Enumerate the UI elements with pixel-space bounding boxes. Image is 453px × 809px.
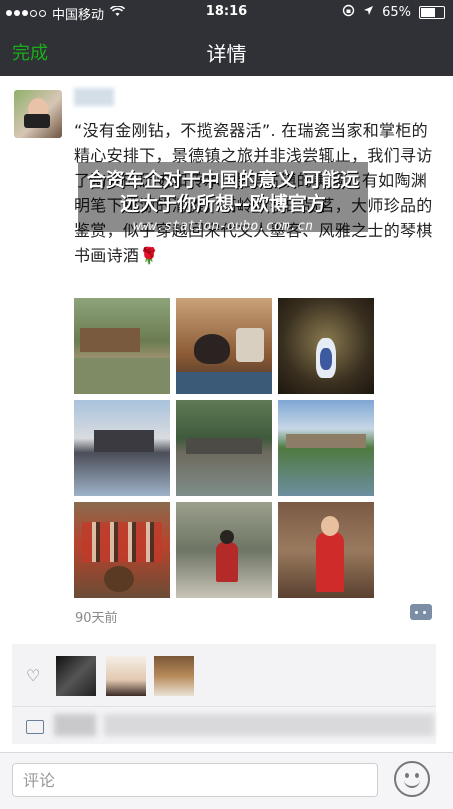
photo-9[interactable]	[278, 502, 374, 598]
watermark-headline: 合资车企对于中国的意义 可能远远大于你所想--欧博官方	[86, 169, 360, 215]
like-avatar[interactable]	[56, 656, 96, 696]
photo-8[interactable]	[176, 502, 272, 598]
post-time: 90天前	[75, 611, 118, 626]
comment-text-blurred	[104, 714, 434, 736]
photo-grid	[74, 298, 374, 598]
comment-input-bar: 评论	[0, 752, 453, 809]
likes-comments-panel: ♡	[12, 644, 436, 744]
comment-icon	[26, 720, 44, 734]
commenter-avatar-blurred[interactable]	[54, 714, 96, 736]
battery-fill	[421, 8, 436, 17]
photo-6[interactable]	[278, 400, 374, 496]
like-avatar[interactable]	[154, 656, 194, 696]
photo-4[interactable]	[74, 400, 170, 496]
photo-5[interactable]	[176, 400, 272, 496]
author-avatar[interactable]	[14, 90, 62, 138]
page-title: 详情	[206, 42, 247, 66]
emoji-icon[interactable]	[394, 761, 430, 797]
divider	[12, 706, 436, 707]
photo-3[interactable]	[278, 298, 374, 394]
battery-percent: 65%	[382, 5, 411, 20]
comment-toggle-icon[interactable]	[410, 604, 432, 620]
watermark-overlay: 合资车企对于中国的意义 可能远远大于你所想--欧博官方 www.station-…	[78, 162, 368, 234]
moment-detail: “没有金刚钻，不揽瓷器活”. 在瑞瓷当家和掌柜的精心安排下，景德镇之旅并非浅尝辄…	[0, 76, 453, 752]
status-right: 65%	[342, 4, 445, 21]
watermark-url: www.station-oubo.com.cn	[132, 219, 313, 234]
comment-input[interactable]: 评论	[12, 763, 378, 797]
like-avatar[interactable]	[106, 656, 146, 696]
navigation-bar: 完成 详情	[0, 24, 453, 76]
rotation-lock-icon	[342, 4, 355, 21]
author-name-blurred[interactable]	[74, 88, 114, 106]
photo-2[interactable]	[176, 298, 272, 394]
photo-1[interactable]	[74, 298, 170, 394]
status-bar: 中国移动 18:16 65%	[0, 0, 453, 24]
photo-7[interactable]	[74, 502, 170, 598]
battery-icon	[419, 6, 445, 19]
heart-icon: ♡	[26, 666, 41, 685]
location-arrow-icon	[363, 5, 374, 20]
